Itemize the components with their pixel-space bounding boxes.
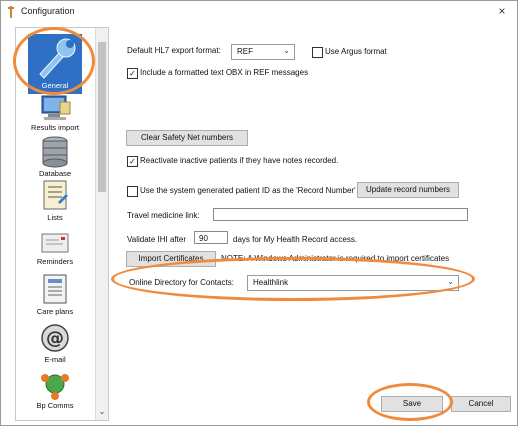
system-id-checkbox[interactable] <box>127 186 138 197</box>
ihi-suffix: days for My Health Record access. <box>233 235 358 244</box>
wrench-icon: General <box>28 34 82 94</box>
care-plan-icon <box>43 274 67 304</box>
svg-text:@: @ <box>46 328 64 349</box>
database-icon <box>42 136 68 168</box>
sidebar-item-label: E-mail <box>44 355 66 364</box>
ihi-label: Validate IHI after <box>127 235 186 244</box>
config-sidebar: General Results import Database Lists Re… <box>15 27 109 421</box>
hl7-format-label: Default HL7 export format: <box>127 46 221 55</box>
sidebar-item-label: Reminders <box>36 257 74 266</box>
at-sign-icon: @ <box>41 324 69 352</box>
close-icon[interactable]: × <box>495 4 509 18</box>
list-icon <box>43 180 68 210</box>
sidebar-item-care-plans[interactable]: Care plans <box>16 272 94 316</box>
save-button[interactable]: Save <box>381 396 443 412</box>
online-directory-value: Healthlink <box>253 278 289 287</box>
sidebar-item-reminders[interactable]: Reminders <box>16 228 94 266</box>
reactivate-label: Reactivate inactive patients if they hav… <box>140 156 339 165</box>
sidebar-item-label: Bp Comms <box>36 401 74 410</box>
travel-medicine-label: Travel medicine link: <box>127 211 200 220</box>
hl7-format-select[interactable]: REF ⌄ <box>231 44 295 60</box>
system-id-label: Use the system generated patient ID as t… <box>140 186 356 195</box>
reminder-icon <box>41 233 69 253</box>
sidebar-item-lists[interactable]: Lists <box>16 178 94 222</box>
obx-label: Include a formatted text OBX in REF mess… <box>140 68 309 77</box>
reactivate-checkbox[interactable]: ✓ <box>127 156 138 167</box>
sidebar-item-label: Care plans <box>36 307 74 316</box>
computer-icon <box>41 95 71 120</box>
sidebar-item-email[interactable]: @ E-mail <box>16 322 94 364</box>
scroll-thumb[interactable] <box>98 42 106 192</box>
online-directory-select[interactable]: Healthlink ⌄ <box>247 275 459 291</box>
sidebar-item-bp-comms[interactable]: Bp Comms <box>16 370 94 410</box>
scroll-down-icon[interactable]: ⌄ <box>97 407 107 417</box>
sidebar-item-results-import[interactable]: Results import <box>16 94 94 132</box>
cancel-button[interactable]: Cancel <box>451 396 511 412</box>
argus-checkbox[interactable] <box>312 47 323 58</box>
sidebar-item-general[interactable]: General <box>16 34 94 94</box>
clear-safety-net-button[interactable]: Clear Safety Net numbers <box>126 130 248 146</box>
sidebar-item-label: Results import <box>31 123 79 132</box>
hl7-format-value: REF <box>237 47 253 56</box>
sidebar-item-label: Database <box>38 169 72 178</box>
chevron-down-icon: ⌄ <box>283 46 290 55</box>
network-icon <box>41 374 69 400</box>
sidebar-item-database[interactable]: Database <box>16 136 94 178</box>
app-icon <box>8 6 14 18</box>
travel-medicine-input[interactable] <box>213 208 468 221</box>
obx-checkbox[interactable]: ✓ <box>127 68 138 79</box>
certificates-note: NOTE: A Windows Administrator is require… <box>221 254 450 263</box>
configuration-window: Configuration × General Results import D… <box>0 0 518 426</box>
sidebar-item-label: General <box>41 81 69 90</box>
sidebar-item-label: Lists <box>47 213 63 222</box>
argus-label: Use Argus format <box>325 47 387 56</box>
sidebar-scrollbar[interactable]: ⌄ <box>95 28 108 420</box>
update-record-numbers-button[interactable]: Update record numbers <box>357 182 459 198</box>
ihi-days-input[interactable]: 90 <box>194 231 228 244</box>
import-certificates-button[interactable]: Import Certificates <box>126 251 216 267</box>
chevron-down-icon: ⌄ <box>447 277 454 286</box>
window-title: Configuration <box>21 6 75 16</box>
online-directory-label: Online Directory for Contacts: <box>129 278 234 287</box>
title-bar: Configuration × <box>1 1 517 23</box>
